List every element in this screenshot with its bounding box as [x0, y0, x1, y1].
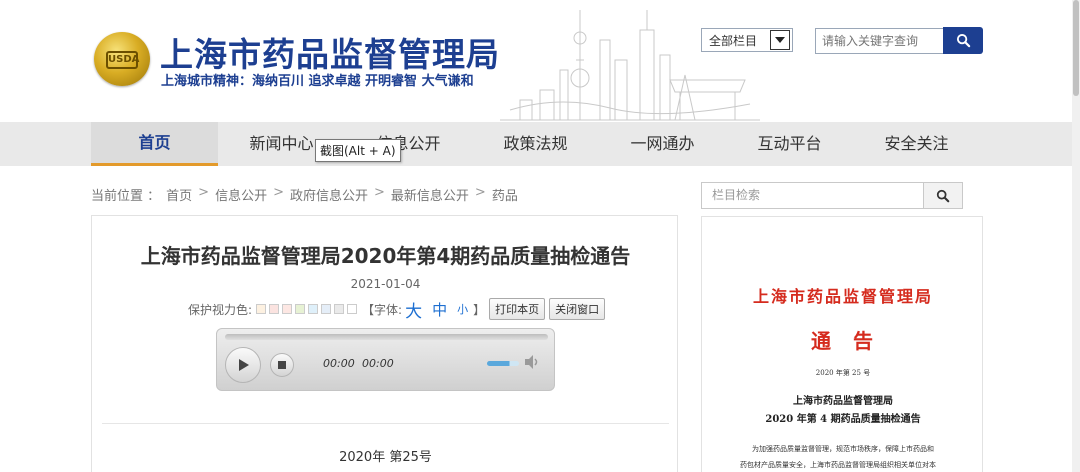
play-button[interactable]	[225, 347, 261, 383]
volume-icon[interactable]	[523, 354, 541, 370]
doc-title-line2: 2020 年第 4 期药品质量抽检通告	[765, 414, 921, 425]
search-icon	[956, 33, 970, 48]
article-panel: 上海市药品监督管理局2020年第4期药品质量抽检通告 2021-01-04 保护…	[91, 215, 678, 472]
font-size-medium[interactable]: 中	[432, 299, 447, 320]
doc-notice-heading: 通告	[811, 329, 895, 353]
audio-progress-track[interactable]	[225, 334, 548, 340]
breadcrumb-separator: >	[198, 185, 210, 200]
search-button[interactable]	[943, 27, 983, 54]
font-size-large[interactable]: 大	[405, 297, 422, 322]
nav-item-online-services[interactable]: 一网通办	[599, 122, 726, 166]
font-size-label-close: 】	[473, 302, 486, 317]
search-scope-value: 全部栏目	[709, 33, 758, 48]
emblem-text: USDA	[106, 51, 139, 69]
eye-care-swatch[interactable]	[282, 304, 293, 314]
breadcrumb-link-latest[interactable]: 最新信息公开	[391, 185, 469, 204]
font-size-small[interactable]: 小	[457, 301, 468, 317]
main-nav: 首页 新闻中心 信息公开 政策法规 一网通办 互动平台 安全关注	[0, 122, 1080, 166]
column-search-button[interactable]	[923, 182, 963, 209]
chevron-down-icon[interactable]	[770, 30, 790, 50]
article-title: 上海市药品监督管理局2020年第4期药品质量抽检通告	[140, 244, 631, 268]
audio-player: 00:00 00:00	[216, 328, 555, 391]
eye-care-label: 保护视力色:	[188, 302, 253, 317]
duration-time: 00:00	[362, 357, 394, 370]
screenshot-tooltip: 截图(Alt + A)	[315, 139, 401, 162]
breadcrumb-link-drugs[interactable]: 药品	[492, 185, 518, 204]
eye-care-swatch[interactable]	[256, 304, 267, 314]
search-input[interactable]	[815, 28, 943, 54]
breadcrumb-link-gov-info[interactable]: 政府信息公开	[290, 185, 368, 204]
breadcrumb-separator: >	[474, 185, 486, 200]
site-title[interactable]: 上海市药品监督管理局	[160, 28, 500, 76]
play-icon	[239, 359, 249, 371]
nav-item-policies[interactable]: 政策法规	[472, 122, 599, 166]
site-header: USDA 上海市药品监督管理局 上海城市精神：海纳百川 追求卓越 开明睿智 大气…	[0, 0, 1080, 122]
eye-care-swatch[interactable]	[347, 304, 358, 314]
eye-care-swatch[interactable]	[295, 304, 306, 314]
nav-item-home[interactable]: 首页	[91, 122, 218, 166]
search-scope-select[interactable]: 全部栏目	[701, 28, 793, 52]
doc-number: 2020 年第 25 号	[815, 369, 871, 377]
stop-icon	[278, 361, 286, 369]
column-search-input[interactable]: 栏目检索	[701, 182, 923, 209]
article-divider	[102, 423, 669, 424]
font-size-label: 【字体:	[362, 302, 403, 317]
eye-care-swatches	[256, 304, 360, 314]
breadcrumb: 当前位置 ： 首页 > 信息公开 > 政府信息公开 > 最新信息公开 > 药品	[91, 185, 518, 204]
print-button[interactable]: 打印本页	[489, 298, 546, 320]
article-date: 2021-01-04	[350, 277, 421, 291]
breadcrumb-link-home[interactable]: 首页	[166, 185, 192, 204]
article-tools: 保护视力色: 【字体: 大 中 小 】 打印本页 关闭窗口	[188, 297, 606, 322]
doc-title-line1: 上海市药品监督管理局	[793, 396, 893, 407]
eye-care-swatch[interactable]	[321, 304, 332, 314]
page-scrollbar-thumb[interactable]	[1073, 0, 1079, 96]
breadcrumb-link-info[interactable]: 信息公开	[215, 185, 267, 204]
eye-care-swatch[interactable]	[308, 304, 319, 314]
nav-item-safety[interactable]: 安全关注	[853, 122, 980, 166]
emblem-logo[interactable]: USDA	[94, 32, 150, 86]
doc-body-line2: 药包材产品质量安全，上海市药品监督管理局组织相关单位对本	[740, 461, 936, 469]
volume-slider[interactable]	[487, 361, 519, 366]
skyline-illustration	[500, 10, 760, 121]
breadcrumb-separator: >	[273, 185, 284, 200]
breadcrumb-prefix: 当前位置 ：	[91, 189, 161, 204]
nav-item-interaction[interactable]: 互动平台	[726, 122, 853, 166]
eye-care-swatch[interactable]	[334, 304, 345, 314]
doc-body-line1: 为加强药品质量监督管理，规范市场秩序，保障上市药品和	[752, 445, 934, 453]
close-window-button[interactable]: 关闭窗口	[549, 298, 606, 320]
current-time: 00:00	[323, 357, 355, 370]
document-number: 2020年 第25号	[339, 450, 432, 465]
doc-issuer: 上海市药品监督管理局	[752, 287, 933, 306]
eye-care-swatch[interactable]	[269, 304, 280, 314]
breadcrumb-separator: >	[374, 185, 385, 200]
search-icon	[936, 189, 950, 202]
stop-button[interactable]	[270, 353, 294, 377]
site-slogan: 上海城市精神：海纳百川 追求卓越 开明睿智 大气谦和	[161, 74, 474, 89]
notice-document-preview[interactable]: 上海市药品监督管理局 通告 2020 年第 25 号 上海市药品监督管理局 20…	[701, 216, 983, 472]
